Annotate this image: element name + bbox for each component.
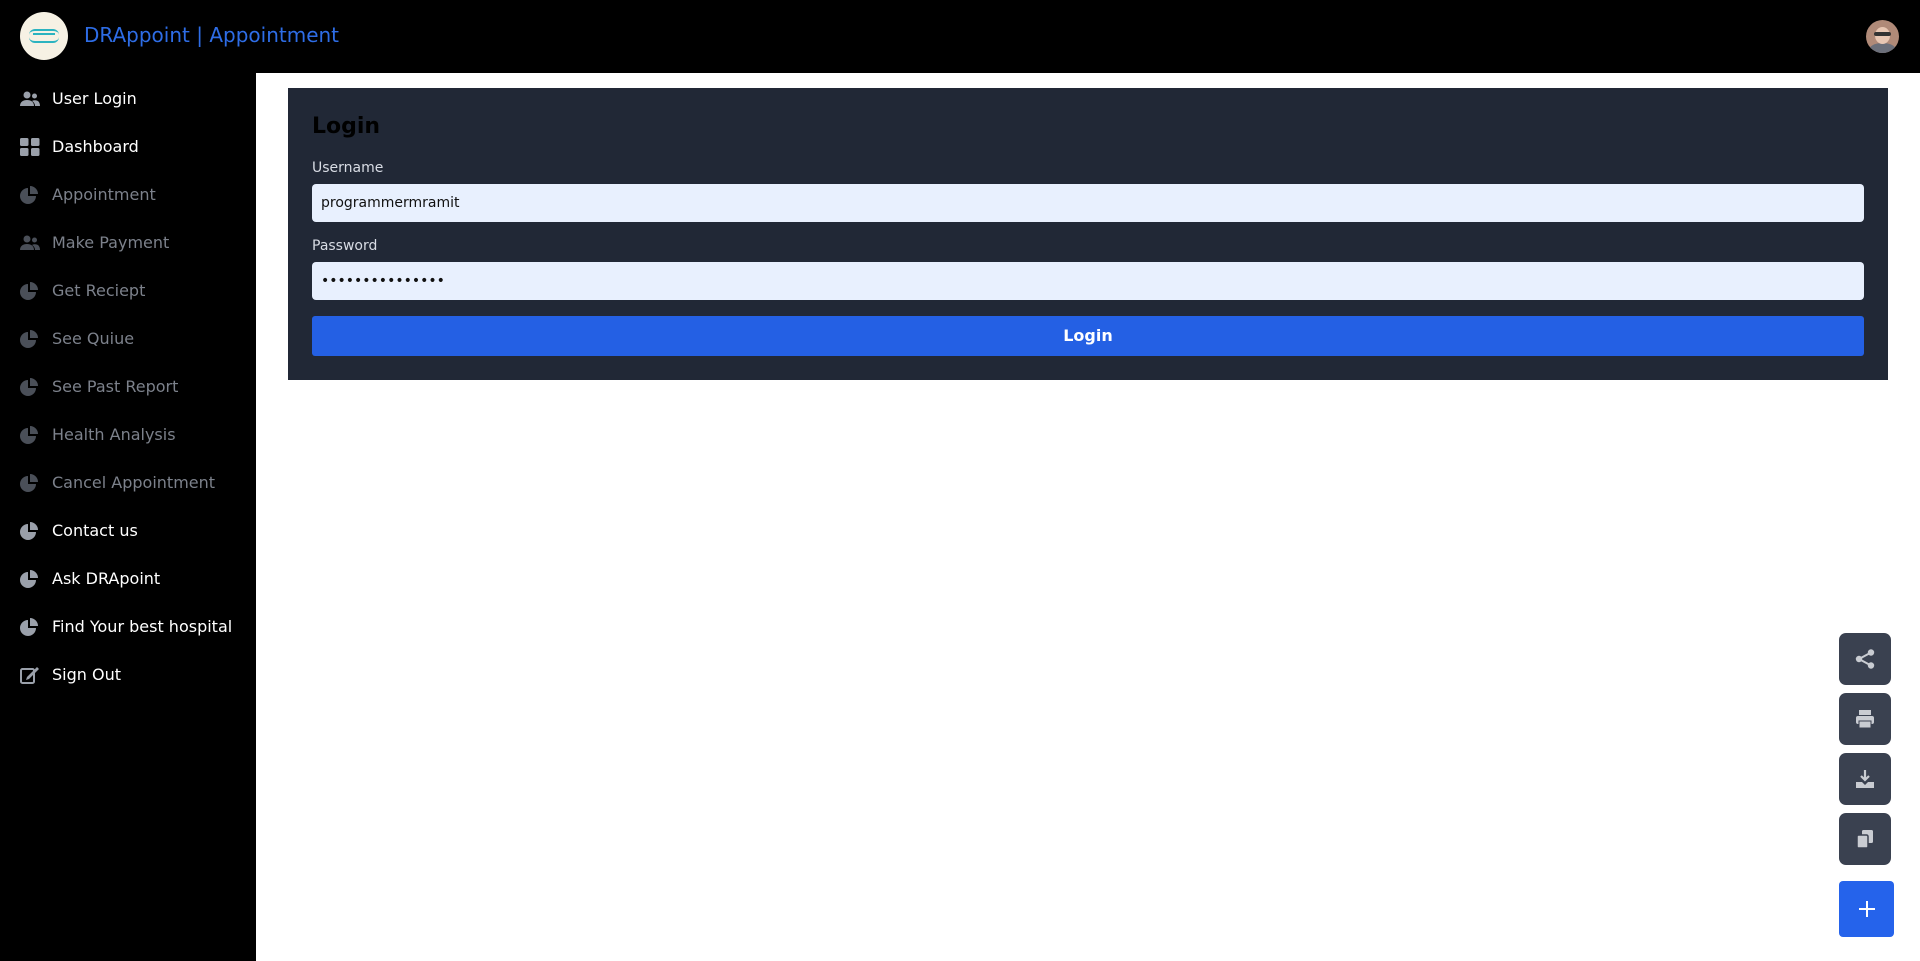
- avatar-shirt: [1869, 43, 1896, 53]
- users-icon: [20, 90, 40, 108]
- sidebar-item-label: Health Analysis: [52, 425, 176, 444]
- avatar-glasses: [1874, 32, 1891, 36]
- pie-chart-icon: [20, 330, 40, 348]
- copy-button[interactable]: [1839, 813, 1891, 865]
- add-button[interactable]: [1839, 881, 1894, 937]
- pie-chart-icon: [20, 378, 40, 396]
- pie-chart-icon: [20, 426, 40, 444]
- password-input[interactable]: •••••••••••••••: [312, 262, 1864, 300]
- password-label: Password: [312, 238, 378, 254]
- drappoint-logo[interactable]: [20, 12, 68, 60]
- sidebar-item-health-analysis[interactable]: Health Analysis: [0, 415, 256, 455]
- sidebar-item-label: Cancel Appointment: [52, 473, 216, 492]
- username-label: Username: [312, 160, 384, 176]
- sidebar-item-label: User Login: [52, 89, 137, 108]
- pie-chart-icon: [20, 474, 40, 492]
- logo-mark-line: [33, 33, 55, 35]
- sidebar-item-label: Appointment: [52, 185, 156, 204]
- sidebar-item-appointment[interactable]: Appointment: [0, 175, 256, 215]
- login-title: Login: [312, 114, 381, 139]
- download-button[interactable]: [1839, 753, 1891, 805]
- sidebar-item-see-past-report[interactable]: See Past Report: [0, 367, 256, 407]
- download-icon: [1854, 768, 1876, 790]
- login-button[interactable]: Login: [312, 316, 1864, 356]
- print-button[interactable]: [1839, 693, 1891, 745]
- pie-chart-icon: [20, 522, 40, 540]
- pie-chart-icon: [20, 186, 40, 204]
- grid-icon: [20, 138, 40, 156]
- sidebar-item-see-quiue[interactable]: See Quiue: [0, 319, 256, 359]
- sidebar: User Login Dashboard Appointment Make Pa…: [0, 73, 256, 961]
- sidebar-item-label: Get Reciept: [52, 281, 146, 300]
- share-icon: [1854, 648, 1876, 670]
- pie-chart-icon: [20, 618, 40, 636]
- sidebar-item-ask-drapoint[interactable]: Ask DRApoint: [0, 559, 256, 599]
- print-icon: [1854, 708, 1876, 730]
- sidebar-item-make-payment[interactable]: Make Payment: [0, 223, 256, 263]
- sidebar-item-label: Dashboard: [52, 137, 139, 156]
- sign-out-icon: [20, 666, 40, 684]
- sidebar-item-label: See Past Report: [52, 377, 179, 396]
- sidebar-item-label: See Quiue: [52, 329, 135, 348]
- sidebar-item-contact-us[interactable]: Contact us: [0, 511, 256, 551]
- username-input[interactable]: programmermramit: [312, 184, 1864, 222]
- sidebar-item-get-reciept[interactable]: Get Reciept: [0, 271, 256, 311]
- sidebar-item-label: Sign Out: [52, 665, 121, 684]
- sidebar-item-label: Ask DRApoint: [52, 569, 161, 588]
- sidebar-item-label: Contact us: [52, 521, 138, 540]
- sidebar-item-label: Find Your best hospital: [52, 617, 233, 636]
- share-button[interactable]: [1839, 633, 1891, 685]
- user-avatar[interactable]: [1866, 20, 1899, 53]
- sidebar-item-dashboard[interactable]: Dashboard: [0, 127, 256, 167]
- copy-icon: [1854, 828, 1876, 850]
- sidebar-item-label: Make Payment: [52, 233, 170, 252]
- logo-mark: [29, 29, 59, 43]
- sidebar-item-cancel-appointment[interactable]: Cancel Appointment: [0, 463, 256, 503]
- login-card: Login Username programmermramit Password…: [288, 88, 1888, 380]
- top-bar: DRAppoint | Appointment: [0, 0, 1920, 73]
- pie-chart-icon: [20, 570, 40, 588]
- sidebar-item-user-login[interactable]: User Login: [0, 79, 256, 119]
- app-title[interactable]: DRAppoint | Appointment: [84, 23, 339, 47]
- sidebar-item-sign-out[interactable]: Sign Out: [0, 655, 256, 695]
- users-icon: [20, 234, 40, 252]
- sidebar-item-find-hospital[interactable]: Find Your best hospital: [0, 607, 256, 647]
- plus-icon: [1856, 898, 1878, 920]
- pie-chart-icon: [20, 282, 40, 300]
